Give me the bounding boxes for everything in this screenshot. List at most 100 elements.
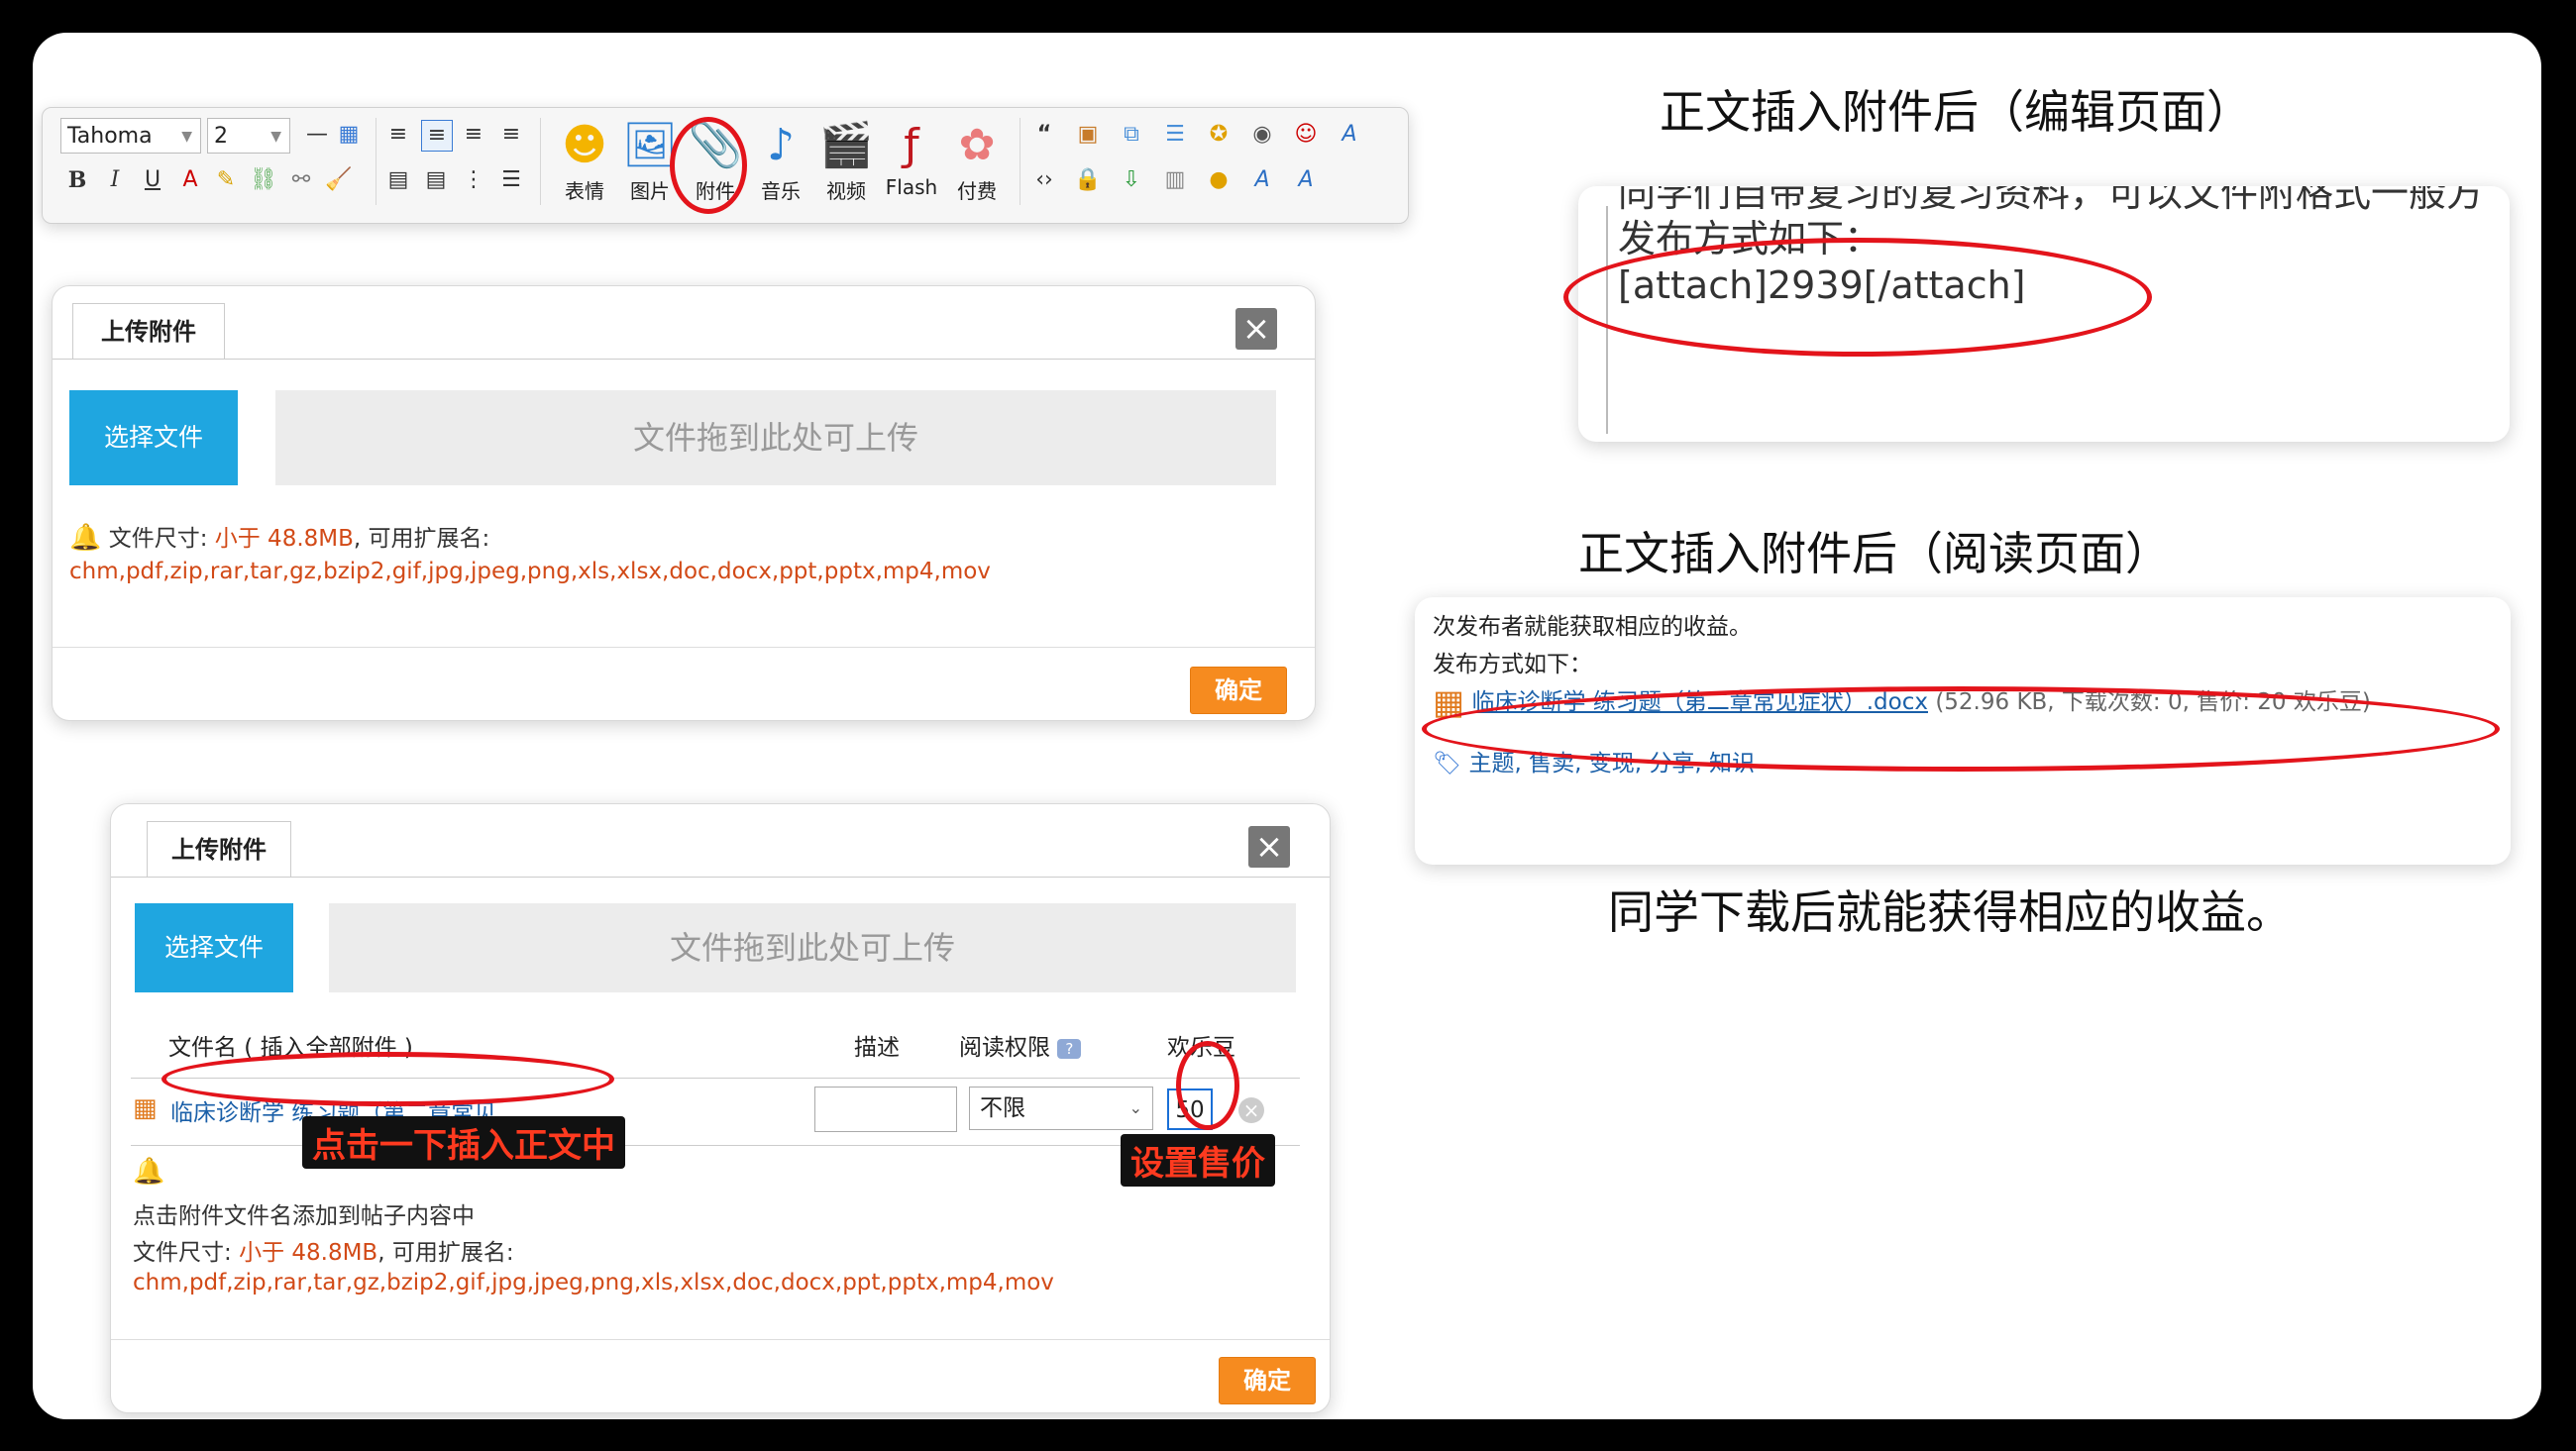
ordered-list-icon[interactable]: ⋮ bbox=[459, 165, 488, 195]
align-center-icon[interactable]: ≡ bbox=[459, 120, 488, 150]
attachment-meta: (52.96 KB, 下载次数: 0, 售价: 20 欢乐豆) bbox=[1935, 689, 2371, 715]
tab-upload-attachment[interactable]: 上传附件 bbox=[147, 821, 291, 878]
insert-hint: 点击附件文件名添加到帖子内容中 bbox=[133, 1203, 475, 1229]
size-prefix: 文件尺寸: bbox=[108, 526, 208, 552]
price-input[interactable]: 50 bbox=[1167, 1088, 1213, 1130]
editor-left-border bbox=[1606, 206, 1608, 434]
upload-dialog-with-file: 上传附件 × 选择文件 文件拖到此处可上传 文件名 ( 插入全部附件 ) 描述 … bbox=[110, 803, 1331, 1413]
link-icon[interactable]: ⛓ bbox=[249, 165, 278, 195]
tag-icon: 🏷 bbox=[1433, 751, 1462, 777]
flash-icon: ƒ bbox=[904, 120, 919, 170]
clear-format-icon[interactable]: 🧹 bbox=[324, 165, 354, 195]
choose-file-button[interactable]: 选择文件 bbox=[69, 390, 238, 485]
ok-button[interactable]: 确定 bbox=[1190, 667, 1287, 714]
toolbar-music-button[interactable]: ♪ 音乐 bbox=[748, 118, 813, 204]
toolbar-button-label: 视频 bbox=[826, 179, 866, 203]
font-size-select[interactable]: 2 ▼ bbox=[207, 118, 290, 154]
award-icon[interactable]: ✪ bbox=[1204, 120, 1234, 150]
price-annotation-label: 设置售价 bbox=[1121, 1134, 1275, 1187]
ok-button[interactable]: 确定 bbox=[1219, 1357, 1316, 1404]
footer-divider bbox=[111, 1339, 1330, 1340]
image-icon: 🖼 bbox=[622, 120, 678, 170]
size-info: 🔔 文件尺寸: 小于 48.8MB, 可用扩展名: bbox=[69, 519, 489, 553]
music-note-icon: ♪ bbox=[766, 120, 796, 170]
close-button[interactable]: × bbox=[1248, 826, 1290, 868]
toolbar-emoji-button[interactable]: ☻ 表情 bbox=[552, 118, 617, 204]
read-page-heading: 正文插入附件后（阅读页面） bbox=[1578, 527, 2171, 580]
help-icon[interactable]: ? bbox=[1057, 1038, 1082, 1059]
columns-icon[interactable]: ▥ bbox=[1160, 165, 1190, 195]
highlight-icon[interactable]: ✎ bbox=[211, 165, 241, 195]
toolbar-button-label: 付费 bbox=[957, 179, 997, 203]
bold-icon[interactable]: B bbox=[62, 165, 92, 195]
superscript-icon[interactable]: A bbox=[1291, 165, 1321, 195]
toolbar-attachment-button[interactable]: 📎 附件 bbox=[683, 118, 748, 204]
dropzone[interactable]: 文件拖到此处可上传 bbox=[275, 390, 1276, 485]
qq-icon[interactable]: ☺ bbox=[1291, 120, 1321, 150]
paperclip-icon: 📎 bbox=[688, 120, 743, 170]
video-icon: 🎬 bbox=[818, 120, 874, 170]
float-right-icon[interactable]: ▤ bbox=[421, 165, 451, 195]
toolbar-paid-button[interactable]: ✿ 付费 bbox=[944, 118, 1010, 204]
column-description: 描述 bbox=[854, 1035, 900, 1061]
toolbar-video-button[interactable]: 🎬 视频 bbox=[813, 118, 879, 204]
tab-upload-attachment[interactable]: 上传附件 bbox=[72, 303, 225, 360]
float-left-icon[interactable]: ▤ bbox=[383, 165, 413, 195]
hide-content-icon[interactable]: ▣ bbox=[1073, 120, 1103, 150]
toolbar-button-label: 表情 bbox=[565, 179, 604, 203]
canvas: Tahoma ▼ 2 ▼ — ▦ B I U A ✎ ⛓ ⚯ 🧹 ≡ ≡ ≡ ≡… bbox=[33, 33, 2541, 1419]
attachment-line: ▦ 临床诊断学 练习题（第二章常见症状）.docx (52.96 KB, 下载次… bbox=[1433, 682, 2371, 723]
insert-annotation-label: 点击一下插入正文中 bbox=[302, 1116, 625, 1169]
toolbar-button-label: 音乐 bbox=[761, 179, 801, 203]
horizontal-rule-icon[interactable]: — bbox=[302, 120, 332, 150]
attach-code: [attach]2939[/attach] bbox=[1618, 263, 2026, 307]
close-button[interactable]: × bbox=[1235, 308, 1277, 350]
unordered-list-icon[interactable]: ☰ bbox=[496, 165, 526, 195]
document-icon: ▦ bbox=[133, 1093, 158, 1123]
lock-icon[interactable]: 🔒 bbox=[1073, 165, 1103, 195]
description-input[interactable] bbox=[814, 1087, 957, 1132]
italic-icon[interactable]: I bbox=[100, 165, 130, 195]
edit-page-heading: 正文插入附件后（编辑页面） bbox=[1660, 85, 2252, 139]
permission-select[interactable]: 不限 ⌄ bbox=[969, 1087, 1153, 1130]
quote-icon[interactable]: “ bbox=[1029, 120, 1059, 150]
font-style-icon[interactable]: A bbox=[1335, 120, 1364, 150]
tags[interactable]: 主题, 售卖, 变现, 分享, 知识 bbox=[1469, 751, 1756, 777]
dropzone[interactable]: 文件拖到此处可上传 bbox=[329, 903, 1296, 992]
column-filename[interactable]: 文件名 ( 插入全部附件 ) bbox=[168, 1028, 413, 1062]
edit-page-preview: 同学们自带复习的复习资料，可以文件附格式一般方 发布方式如下： [attach]… bbox=[1578, 186, 2510, 442]
tab-divider bbox=[111, 877, 1330, 878]
align-justify-icon[interactable]: ≡ bbox=[421, 120, 453, 152]
bell-icon: 🔔 bbox=[133, 1157, 165, 1187]
code-icon[interactable]: ‹› bbox=[1029, 165, 1059, 195]
size-limit: 小于 48.8MB bbox=[239, 1240, 378, 1266]
align-right-icon[interactable]: ≡ bbox=[496, 120, 526, 150]
unlink-icon[interactable]: ⚯ bbox=[286, 165, 316, 195]
choose-file-button[interactable]: 选择文件 bbox=[135, 903, 293, 992]
permission-header-label: 阅读权限 bbox=[959, 1035, 1050, 1061]
tag-list: 🏷 主题, 售卖, 变现, 分享, 知识 bbox=[1433, 744, 1755, 777]
toolbar-image-button[interactable]: 🖼 图片 bbox=[617, 118, 683, 204]
chevron-down-icon: ▼ bbox=[181, 129, 192, 145]
footer-caption: 同学下载后就能获得相应的收益。 bbox=[1608, 885, 2292, 939]
table-icon[interactable]: ▦ bbox=[334, 120, 364, 150]
audio-icon[interactable]: ◉ bbox=[1247, 120, 1277, 150]
toolbar-button-label: 附件 bbox=[696, 179, 735, 203]
toolbar-flash-button[interactable]: ƒ Flash bbox=[879, 118, 944, 199]
download-icon[interactable]: ⇩ bbox=[1117, 165, 1146, 195]
read-line-2: 发布方式如下： bbox=[1433, 652, 1592, 677]
index-icon[interactable]: ☰ bbox=[1160, 120, 1190, 150]
copy-icon[interactable]: ⧉ bbox=[1117, 120, 1146, 150]
font-family-value: Tahoma bbox=[67, 124, 153, 149]
text-italic-icon[interactable]: A bbox=[1247, 165, 1277, 195]
background-color-icon[interactable]: ● bbox=[1204, 165, 1234, 195]
delete-file-button[interactable]: × bbox=[1238, 1097, 1264, 1123]
font-color-icon[interactable]: A bbox=[175, 165, 205, 195]
attachment-link[interactable]: 临床诊断学 练习题（第二章常见症状）.docx bbox=[1471, 689, 1928, 715]
toolbar-button-label: 图片 bbox=[630, 179, 670, 203]
close-icon: × bbox=[1241, 309, 1271, 349]
align-left-icon[interactable]: ≡ bbox=[383, 120, 413, 150]
bell-icon: 🔔 bbox=[69, 523, 102, 553]
underline-icon[interactable]: U bbox=[138, 165, 167, 195]
font-family-select[interactable]: Tahoma ▼ bbox=[60, 118, 201, 154]
